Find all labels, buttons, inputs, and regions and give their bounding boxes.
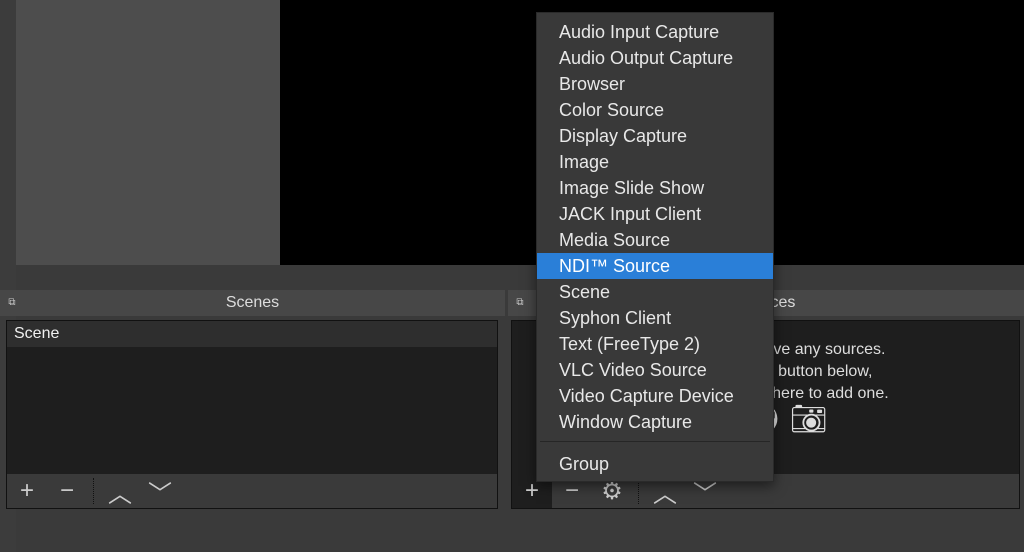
scenes-toolbar: + − ︿ ﹀ [7,474,497,508]
scenes-dock-header: ⧉ Scenes [0,290,505,316]
menu-item[interactable]: Audio Input Capture [537,19,773,45]
camera-icon: 📷︎ [789,403,828,436]
scenes-dock-title: Scenes [225,294,280,311]
scenes-list[interactable]: Scene + − ︿ ﹀ [6,320,498,509]
menu-item-group[interactable]: Group [537,451,773,477]
menu-item[interactable]: Window Capture [537,409,773,435]
undock-icon[interactable]: ⧉ [514,297,526,309]
menu-item[interactable]: Color Source [537,97,773,123]
menu-item[interactable]: Video Capture Device [537,383,773,409]
chevron-down-icon[interactable]: ﹀ [140,474,180,508]
minus-icon[interactable]: − [47,474,87,508]
menu-item[interactable]: Text (FreeType 2) [537,331,773,357]
scene-list-item[interactable]: Scene [7,321,497,347]
menu-item[interactable]: Display Capture [537,123,773,149]
menu-item[interactable]: Audio Output Capture [537,45,773,71]
plus-icon[interactable]: + [7,474,47,508]
add-source-menu: Audio Input Capture Audio Output Capture B… [536,12,774,482]
menu-item[interactable]: Browser [537,71,773,97]
menu-item[interactable]: Scene [537,279,773,305]
menu-item[interactable]: Syphon Client [537,305,773,331]
left-panel [16,0,280,265]
menu-item[interactable]: Image Slide Show [537,175,773,201]
chevron-up-icon[interactable]: ︿ [100,474,140,508]
menu-item[interactable]: Image [537,149,773,175]
menu-item[interactable]: JACK Input Client [537,201,773,227]
toolbar-divider [93,478,94,504]
menu-separator [540,441,770,442]
menu-item[interactable]: NDI™ Source [537,253,773,279]
menu-item[interactable]: VLC Video Source [537,357,773,383]
menu-item[interactable]: Media Source [537,227,773,253]
undock-icon[interactable]: ⧉ [6,297,18,309]
